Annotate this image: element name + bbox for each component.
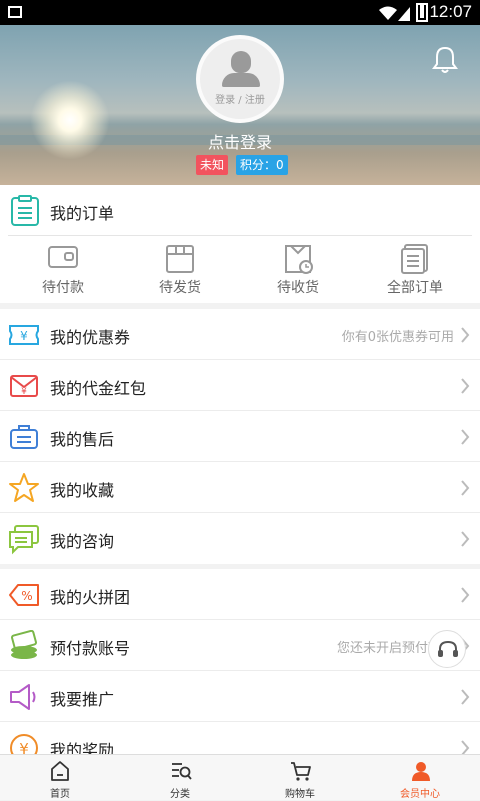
order-list-icon xyxy=(11,195,39,226)
menu-item-after-sale-label: 我的售后 xyxy=(50,430,115,449)
chevron-right-icon xyxy=(461,587,470,603)
menu-item-favorites[interactable]: 我的收藏 xyxy=(0,462,480,513)
bell-icon[interactable] xyxy=(432,45,458,75)
my-orders-title: 我的订单 xyxy=(50,204,115,223)
chevron-right-icon xyxy=(461,531,470,547)
order-pending-receipt-label: 待收货 xyxy=(277,280,319,296)
my-orders-row[interactable]: 我的订单 xyxy=(0,185,480,235)
order-pending-shipment[interactable]: 待发货 xyxy=(120,241,240,299)
category-icon xyxy=(172,763,192,780)
battery-icon xyxy=(416,3,428,22)
tab-cart-label: 购物车 xyxy=(285,789,315,800)
divider xyxy=(8,235,472,236)
tab-category[interactable]: 分类 xyxy=(120,755,240,801)
tab-member-center-label: 会员中心 xyxy=(400,789,440,800)
chevron-right-icon xyxy=(461,327,470,343)
status-bar: 12:07 xyxy=(0,0,480,25)
menu-item-prepaid[interactable]: 预付款账号 您还未开启预付款账 xyxy=(0,620,480,671)
menu-item-prepaid-label: 预付款账号 xyxy=(50,639,131,658)
menu-item-promotion-label: 我要推广 xyxy=(50,690,115,709)
wifi-icon xyxy=(379,6,410,21)
menu-item-consultation[interactable]: 我的咨询 xyxy=(0,513,480,564)
svg-text:%: % xyxy=(21,589,32,603)
menu-item-red-packet-label: 我的代金红包 xyxy=(50,379,147,398)
tab-home[interactable]: 首页 xyxy=(0,755,120,801)
coupon-count-hint: 你有0张优惠券可用 xyxy=(341,330,454,345)
red-packet-icon: ¥ xyxy=(10,375,38,397)
menu-item-coupons-label: 我的优惠券 xyxy=(50,328,131,347)
chevron-right-icon xyxy=(461,689,470,705)
user-level-badge: 未知 xyxy=(196,155,229,175)
order-all-label: 全部订单 xyxy=(387,280,443,296)
avatar-head xyxy=(231,51,251,73)
status-time: 12:07 xyxy=(429,2,472,21)
chevron-right-icon xyxy=(461,429,470,445)
menu-group-2: % 我的火拼团 预付款账号 您还未开启预付款账 我要推广 ¥ 我的奖励 xyxy=(0,569,480,773)
group-buy-icon: % xyxy=(9,584,39,606)
order-pending-receipt[interactable]: 待收货 xyxy=(238,241,358,299)
receive-icon xyxy=(285,245,313,274)
menu-item-promotion[interactable]: 我要推广 xyxy=(0,671,480,722)
menu-item-group-buy[interactable]: % 我的火拼团 xyxy=(0,569,480,620)
click-login-text[interactable]: 点击登录 xyxy=(140,129,340,153)
image-notification-icon xyxy=(8,6,22,18)
avatar[interactable]: 登录 / 注册 xyxy=(196,35,284,123)
tab-cart[interactable]: 购物车 xyxy=(240,755,360,801)
tab-home-label: 首页 xyxy=(50,789,70,800)
menu-group-1: ¥ 我的优惠券 你有0张优惠券可用 ¥ 我的代金红包 我的售后 我的收藏 我的咨… xyxy=(0,309,480,564)
member-icon xyxy=(412,762,430,781)
prepaid-icon xyxy=(11,630,37,659)
menu-item-coupons[interactable]: ¥ 我的优惠券 你有0张优惠券可用 xyxy=(0,309,480,360)
svg-text:¥: ¥ xyxy=(21,387,27,397)
menu-item-favorites-label: 我的收藏 xyxy=(50,481,115,500)
order-pending-payment[interactable]: 待付款 xyxy=(3,241,123,299)
chat-icon xyxy=(9,525,39,555)
all-orders-icon xyxy=(401,244,428,274)
cart-icon xyxy=(291,762,311,781)
chevron-right-icon xyxy=(461,480,470,496)
order-pending-shipment-label: 待发货 xyxy=(159,280,201,296)
points-badge[interactable]: 积分：0 xyxy=(236,155,288,175)
profile-header: 登录 / 注册 点击登录 未知 积分：0 xyxy=(0,25,480,185)
menu-item-red-packet[interactable]: ¥ 我的代金红包 xyxy=(0,360,480,411)
chevron-right-icon xyxy=(461,378,470,394)
megaphone-icon xyxy=(10,684,36,710)
orders-section: 我的订单 待付款 待发货 待收货 全部订单 xyxy=(0,185,480,303)
login-register-link[interactable]: 登录 / 注册 xyxy=(200,91,280,106)
menu-item-after-sale[interactable]: 我的售后 xyxy=(0,411,480,462)
star-icon xyxy=(9,473,39,502)
tab-member-center[interactable]: 会员中心 xyxy=(360,755,480,801)
box-icon xyxy=(166,245,194,273)
headset-icon xyxy=(438,640,458,657)
svg-text:¥: ¥ xyxy=(20,329,28,343)
menu-item-group-buy-label: 我的火拼团 xyxy=(50,588,131,607)
order-all[interactable]: 全部订单 xyxy=(355,241,475,299)
menu-item-consultation-label: 我的咨询 xyxy=(50,532,115,551)
bottom-tab-bar: 首页 分类 购物车 会员中心 xyxy=(0,754,480,800)
order-pending-payment-label: 待付款 xyxy=(42,280,84,296)
coupon-icon: ¥ xyxy=(9,325,39,345)
avatar-body xyxy=(222,73,260,87)
home-icon xyxy=(51,761,69,781)
wallet-icon xyxy=(48,246,78,268)
sun-glare xyxy=(30,80,110,160)
tab-category-label: 分类 xyxy=(170,789,190,800)
customer-service-button[interactable] xyxy=(428,630,466,668)
after-sale-icon xyxy=(10,425,38,449)
